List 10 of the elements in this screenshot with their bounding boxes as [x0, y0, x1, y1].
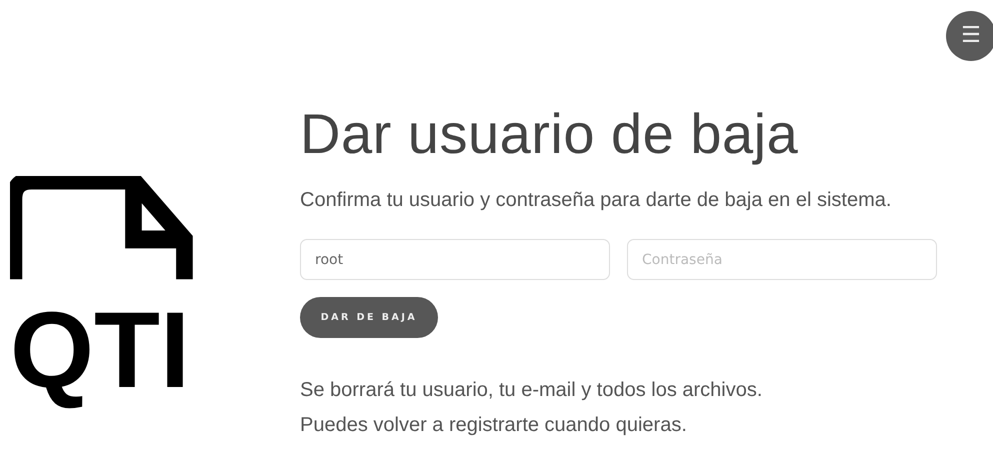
note-text: Puedes volver a registrarte cuando quieras.	[300, 413, 688, 438]
note-text: Se borrará tu usuario, tu e-mail y todos los archivos.	[300, 378, 764, 404]
logo-text: QTI	[10, 288, 190, 412]
subtitle: Confirma tu usuario y contraseña para darte de baja en el sistema.	[300, 188, 892, 214]
menu-button[interactable]: ☰	[946, 11, 993, 61]
password-field[interactable]: Contraseña	[627, 239, 937, 280]
document-icon	[10, 176, 194, 282]
username-field[interactable]: root	[300, 239, 610, 280]
page-title: Dar usuario de baja	[300, 101, 800, 167]
unsubscribe-button[interactable]: DAR DE BAJA	[300, 297, 438, 338]
